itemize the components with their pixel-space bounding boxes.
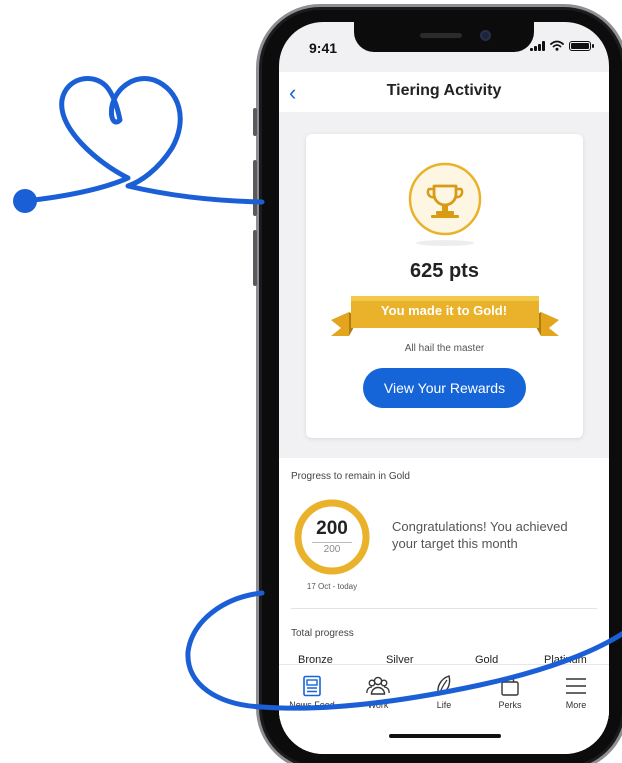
tab-label: Perks bbox=[498, 700, 522, 710]
tab-more[interactable]: More bbox=[543, 665, 609, 720]
wifi-icon bbox=[550, 40, 564, 51]
tab-perks[interactable]: Perks bbox=[477, 665, 543, 720]
total-progress-label: Total progress bbox=[291, 628, 354, 639]
menu-icon bbox=[566, 678, 586, 694]
tagline: All hail the master bbox=[404, 343, 485, 354]
silent-switch bbox=[253, 108, 257, 136]
tab-label: Life bbox=[436, 700, 452, 710]
battery-icon bbox=[569, 40, 594, 51]
progress-target: 200 bbox=[323, 544, 341, 555]
progress-label: Progress to remain in Gold bbox=[291, 471, 410, 482]
view-rewards-button[interactable]: View Your Rewards bbox=[363, 368, 526, 408]
tab-life[interactable]: Life bbox=[411, 665, 477, 720]
tab-label: News Feed bbox=[289, 700, 335, 710]
tab-work[interactable]: Work bbox=[345, 665, 411, 720]
people-icon bbox=[366, 676, 390, 695]
tier-card: 625 pts You made it to Gold! All hail th… bbox=[306, 134, 583, 438]
trophy-icon bbox=[408, 162, 482, 236]
tab-label: Work bbox=[367, 700, 389, 710]
trophy-shadow bbox=[416, 240, 474, 246]
phone-screen: 9:41 ‹ Tiering Activity 625 pts You made… bbox=[279, 22, 609, 754]
congrats-message: Congratulations! You achieved your targe… bbox=[392, 519, 568, 551]
front-camera bbox=[480, 30, 491, 41]
gauge-divider bbox=[312, 542, 352, 543]
app-showcase: 9:41 ‹ Tiering Activity 625 pts You made… bbox=[0, 0, 622, 763]
date-range: 17 Oct - today bbox=[306, 582, 358, 591]
section-divider bbox=[291, 608, 597, 609]
volume-up-button bbox=[253, 160, 257, 216]
tab-label: More bbox=[565, 700, 587, 710]
shopping-bag-icon bbox=[501, 675, 519, 696]
home-indicator bbox=[389, 734, 501, 738]
leaf-icon bbox=[437, 675, 451, 696]
points-value: 625 pts bbox=[410, 260, 479, 282]
speaker bbox=[420, 33, 462, 38]
ribbon-text: You made it to Gold! bbox=[380, 303, 508, 318]
page-title: Tiering Activity bbox=[386, 82, 502, 99]
notch bbox=[354, 22, 534, 52]
tab-bar: News Feed Work Life Perks More bbox=[279, 664, 609, 720]
news-feed-icon bbox=[303, 675, 321, 697]
status-icons bbox=[530, 40, 594, 51]
signal-icon bbox=[530, 40, 545, 51]
progress-current: 200 bbox=[316, 518, 348, 539]
status-time: 9:41 bbox=[309, 40, 338, 56]
header: ‹ Tiering Activity bbox=[279, 72, 609, 112]
tab-news-feed[interactable]: News Feed bbox=[279, 665, 345, 720]
volume-down-button bbox=[253, 230, 257, 286]
